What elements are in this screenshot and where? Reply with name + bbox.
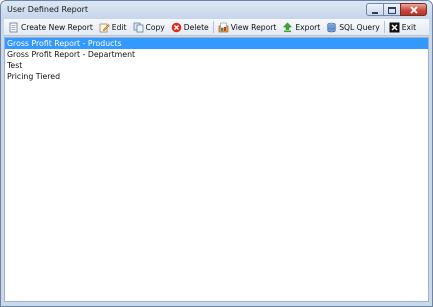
list-item[interactable]: Pricing Tiered bbox=[5, 71, 428, 82]
toolbar: Create New Report Edit Copy Delete View … bbox=[4, 19, 429, 36]
minimize-button[interactable] bbox=[366, 3, 383, 16]
create-new-report-label: Create New Report bbox=[21, 22, 93, 32]
copy-button[interactable]: Copy bbox=[131, 20, 167, 35]
sql-query-button[interactable]: SQL Query bbox=[324, 20, 382, 35]
export-label: Export bbox=[295, 22, 321, 32]
database-icon bbox=[327, 22, 336, 32]
close-button[interactable] bbox=[400, 3, 427, 16]
close-icon bbox=[410, 6, 418, 14]
maximize-button[interactable] bbox=[383, 3, 400, 16]
edit-button[interactable]: Edit bbox=[97, 20, 129, 35]
view-report-label: View Report bbox=[230, 22, 277, 32]
new-document-icon bbox=[9, 22, 18, 32]
exit-label: Exit bbox=[401, 22, 417, 32]
exit-button[interactable]: Exit bbox=[387, 20, 418, 35]
delete-button[interactable]: Delete bbox=[169, 20, 211, 35]
report-window: User Defined Report Create New Report Ed… bbox=[0, 0, 433, 307]
report-list[interactable]: Gross Profit Report - Products Gross Pro… bbox=[4, 37, 429, 302]
export-arrow-icon bbox=[283, 21, 293, 32]
create-new-report-button[interactable]: Create New Report bbox=[6, 20, 95, 35]
view-report-button[interactable]: View Report bbox=[216, 20, 279, 35]
window-title: User Defined Report bbox=[7, 5, 89, 14]
list-item[interactable]: Gross Profit Report - Department bbox=[5, 49, 428, 60]
delete-icon bbox=[171, 22, 182, 32]
list-item[interactable]: Gross Profit Report - Products bbox=[5, 38, 428, 49]
copy-label: Copy bbox=[145, 22, 165, 32]
caption-buttons bbox=[366, 3, 427, 17]
maximize-icon bbox=[388, 7, 396, 14]
title-bar[interactable]: User Defined Report bbox=[1, 1, 432, 19]
minimize-icon bbox=[372, 12, 378, 14]
toolbar-separator bbox=[212, 21, 214, 33]
view-report-icon bbox=[218, 22, 229, 32]
export-button[interactable]: Export bbox=[280, 20, 322, 35]
delete-label: Delete bbox=[183, 22, 209, 32]
sql-query-label: SQL Query bbox=[339, 22, 380, 32]
edit-label: Edit bbox=[111, 22, 127, 32]
list-item[interactable]: Test bbox=[5, 60, 428, 71]
exit-icon bbox=[389, 22, 400, 32]
edit-pencil-icon bbox=[99, 23, 110, 32]
copy-icon bbox=[133, 22, 143, 32]
toolbar-separator bbox=[383, 21, 385, 33]
